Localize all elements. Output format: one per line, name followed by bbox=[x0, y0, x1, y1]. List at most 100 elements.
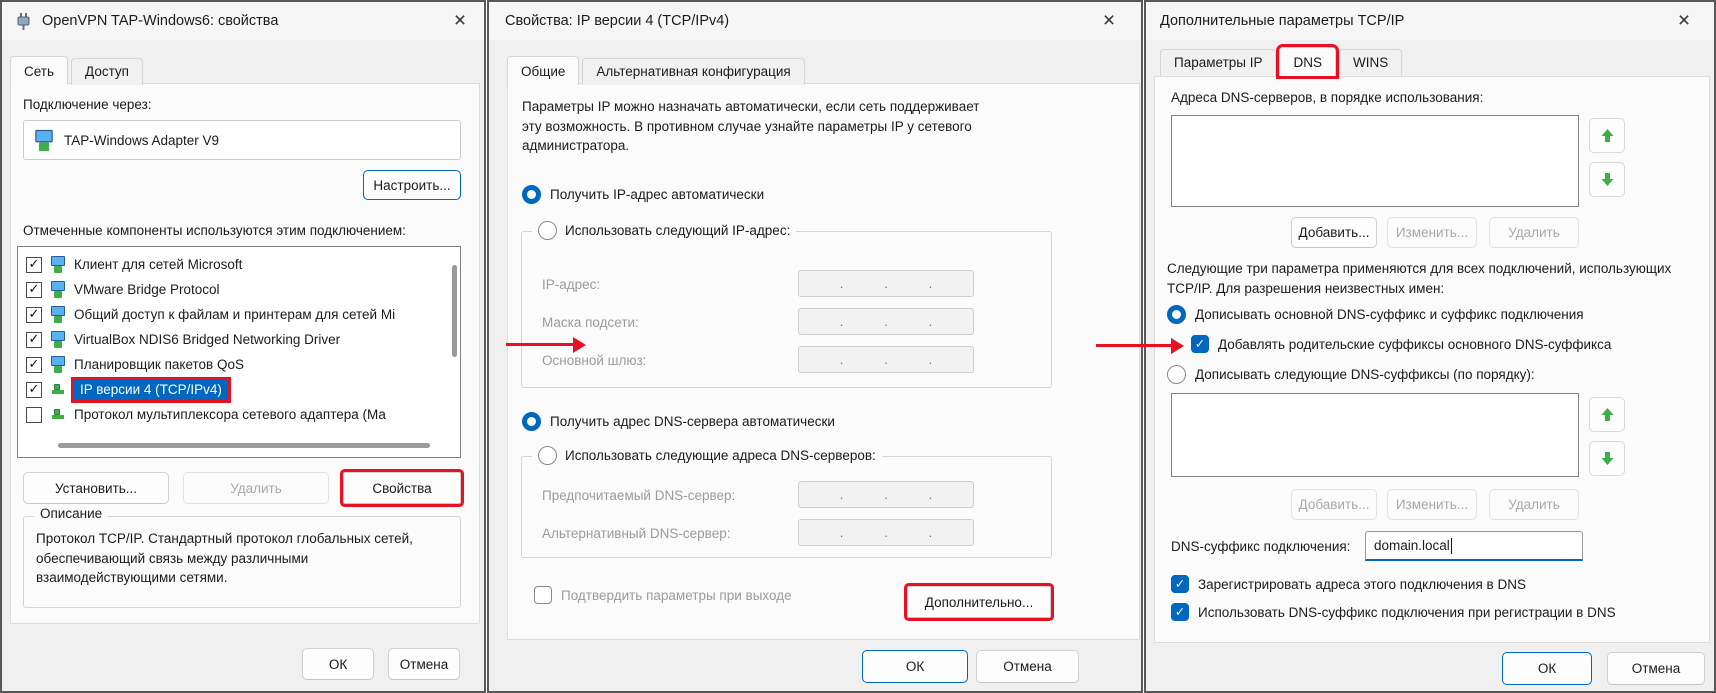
suffix-remove-button[interactable]: Удалить bbox=[1489, 489, 1579, 520]
dns-suffix-input[interactable]: domain.local bbox=[1365, 531, 1583, 561]
validate-settings-label: Подтвердить параметры при выходе bbox=[561, 588, 792, 603]
preferred-dns-input: ... bbox=[798, 481, 974, 508]
dialog1-cancel-button[interactable]: Отмена bbox=[388, 648, 460, 680]
component-checkbox[interactable] bbox=[26, 382, 42, 398]
listed-suffixes-label: Дописывать следующие DNS-суффиксы (по по… bbox=[1195, 367, 1535, 382]
connect-using-label: Подключение через: bbox=[23, 97, 152, 112]
screenshot-canvas: OpenVPN TAP-Windows6: свойства × Сеть До… bbox=[0, 0, 1716, 693]
use-suffix-checkbox[interactable] bbox=[1171, 603, 1189, 621]
dialog1-tabs: Сеть Доступ bbox=[10, 56, 143, 85]
dialog2-tabs: Общие Альтернативная конфигурация bbox=[507, 56, 805, 85]
component-list-item[interactable]: Общий доступ к файлам и принтерам для се… bbox=[18, 302, 460, 327]
suffix-move-up-button[interactable] bbox=[1589, 397, 1625, 432]
register-dns-checkbox[interactable] bbox=[1171, 575, 1189, 593]
dialog1-title: OpenVPN TAP-Windows6: свойства bbox=[42, 13, 278, 29]
use-suffix-checkbox-row[interactable]: Использовать DNS-суффикс подключения при… bbox=[1171, 603, 1616, 621]
component-list-item[interactable]: Протокол мультиплексора сетевого адаптер… bbox=[18, 402, 460, 427]
tab-sharing[interactable]: Доступ bbox=[71, 58, 143, 85]
component-list-item[interactable]: IP версии 4 (TCP/IPv4) bbox=[18, 377, 460, 402]
tab-ip-settings[interactable]: Параметры IP bbox=[1160, 49, 1276, 76]
ipv4-intro-text: Параметры IP можно назначать автоматичес… bbox=[522, 97, 1002, 156]
dialog1-titlebar: OpenVPN TAP-Windows6: свойства × bbox=[2, 2, 484, 40]
advanced-button[interactable]: Дополнительно... bbox=[907, 586, 1051, 618]
suffix-move-down-button[interactable] bbox=[1589, 441, 1625, 476]
dns-servers-label: Адреса DNS-серверов, в порядке использов… bbox=[1171, 90, 1483, 105]
dns-edit-button[interactable]: Изменить... bbox=[1387, 217, 1477, 248]
dialog1-tab-page: Подключение через: TAP-Windows Adapter V… bbox=[10, 83, 480, 624]
dialog2-close-icon[interactable]: × bbox=[1095, 8, 1123, 34]
components-horizontal-scrollbar[interactable] bbox=[58, 443, 430, 448]
component-checkbox[interactable] bbox=[26, 357, 42, 373]
register-dns-checkbox-row[interactable]: Зарегистрировать адреса этого подключени… bbox=[1171, 575, 1526, 593]
subnet-mask-input: ... bbox=[798, 308, 974, 335]
network-component-icon bbox=[48, 305, 68, 324]
component-checkbox[interactable] bbox=[26, 407, 42, 423]
component-label: VMware Bridge Protocol bbox=[74, 282, 220, 297]
auto-dns-radio-row[interactable]: Получить адрес DNS-сервера автоматически bbox=[522, 412, 835, 431]
components-list[interactable]: Клиент для сетей Microsoft VMware Bridge… bbox=[17, 246, 461, 458]
install-button[interactable]: Установить... bbox=[23, 472, 169, 504]
auto-ip-radio[interactable] bbox=[522, 185, 541, 204]
component-checkbox[interactable] bbox=[26, 257, 42, 273]
uninstall-button[interactable]: Удалить bbox=[183, 472, 329, 504]
parent-suffix-label: Добавлять родительские суффиксы основног… bbox=[1218, 337, 1611, 352]
static-ip-label: Использовать следующий IP-адрес: bbox=[565, 223, 790, 238]
listed-suffixes-radio[interactable] bbox=[1167, 365, 1186, 384]
move-down-button[interactable] bbox=[1589, 162, 1625, 197]
component-list-item[interactable]: Планировщик пакетов QoS bbox=[18, 352, 460, 377]
dialog3-titlebar: Дополнительные параметры TCP/IP × bbox=[1146, 2, 1714, 40]
green-up-arrow-icon bbox=[1599, 127, 1616, 144]
parent-suffix-checkbox[interactable] bbox=[1191, 335, 1209, 353]
preferred-dns-label: Предпочитаемый DNS-сервер: bbox=[542, 488, 735, 503]
component-checkbox[interactable] bbox=[26, 307, 42, 323]
component-checkbox[interactable] bbox=[26, 332, 42, 348]
dialog2-ok-button[interactable]: ОК bbox=[862, 650, 968, 683]
suffix-note-text: Следующие три параметра применяются для … bbox=[1167, 259, 1695, 298]
static-ip-radio[interactable] bbox=[538, 221, 557, 240]
component-label: Общий доступ к файлам и принтерам для се… bbox=[74, 307, 395, 322]
suffix-edit-button[interactable]: Изменить... bbox=[1387, 489, 1477, 520]
tab-dns[interactable]: DNS bbox=[1279, 47, 1336, 76]
network-component-icon bbox=[48, 280, 68, 299]
dialog3-cancel-button[interactable]: Отмена bbox=[1607, 652, 1705, 685]
component-list-item[interactable]: VirtualBox NDIS6 Bridged Networking Driv… bbox=[18, 327, 460, 352]
dialog2-cancel-button[interactable]: Отмена bbox=[976, 650, 1079, 683]
dialog3-close-icon[interactable]: × bbox=[1670, 8, 1698, 34]
static-dns-radio[interactable] bbox=[538, 446, 557, 465]
dns-add-button[interactable]: Добавить... bbox=[1291, 217, 1377, 248]
validate-settings-row[interactable]: Подтвердить параметры при выходе bbox=[534, 586, 792, 604]
green-down-arrow-icon bbox=[1599, 171, 1616, 188]
primary-suffix-radio-row[interactable]: Дописывать основной DNS-суффикс и суффик… bbox=[1167, 305, 1584, 324]
dns-remove-button[interactable]: Удалить bbox=[1489, 217, 1579, 248]
properties-button[interactable]: Свойства bbox=[343, 472, 461, 504]
dialog1-close-icon[interactable]: × bbox=[446, 8, 474, 34]
auto-dns-radio[interactable] bbox=[522, 412, 541, 431]
tab-alternate-configuration[interactable]: Альтернативная конфигурация bbox=[582, 58, 804, 85]
description-group: Описание Протокол TCP/IP. Стандартный пр… bbox=[23, 516, 461, 608]
static-dns-label: Использовать следующие адреса DNS-сервер… bbox=[565, 448, 876, 463]
component-label: VirtualBox NDIS6 Bridged Networking Driv… bbox=[74, 332, 340, 347]
suffix-add-button[interactable]: Добавить... bbox=[1291, 489, 1377, 520]
move-up-button[interactable] bbox=[1589, 118, 1625, 153]
listed-suffixes-radio-row[interactable]: Дописывать следующие DNS-суффиксы (по по… bbox=[1167, 365, 1535, 384]
dialog3-ok-button[interactable]: ОК bbox=[1502, 652, 1592, 685]
validate-settings-checkbox[interactable] bbox=[534, 586, 552, 604]
adapter-dialog-icon bbox=[14, 12, 33, 31]
dns-servers-list[interactable] bbox=[1171, 115, 1579, 207]
component-list-item[interactable]: Клиент для сетей Microsoft bbox=[18, 252, 460, 277]
primary-suffix-radio[interactable] bbox=[1167, 305, 1186, 324]
adapter-name-box: TAP-Windows Adapter V9 bbox=[23, 120, 461, 160]
parent-suffix-checkbox-row[interactable]: Добавлять родительские суффиксы основног… bbox=[1191, 335, 1611, 353]
tab-network[interactable]: Сеть bbox=[10, 56, 68, 85]
auto-ip-label: Получить IP-адрес автоматически bbox=[550, 187, 764, 202]
dialog1-ok-button[interactable]: ОК bbox=[302, 648, 374, 680]
dialog2-tab-page: Параметры IP можно назначать автоматичес… bbox=[507, 83, 1140, 640]
auto-ip-radio-row[interactable]: Получить IP-адрес автоматически bbox=[522, 185, 764, 204]
tab-general[interactable]: Общие bbox=[507, 56, 579, 85]
tab-wins[interactable]: WINS bbox=[1339, 49, 1402, 76]
components-vertical-scrollbar[interactable] bbox=[452, 265, 457, 357]
configure-button[interactable]: Настроить... bbox=[363, 170, 461, 200]
component-list-item[interactable]: VMware Bridge Protocol bbox=[18, 277, 460, 302]
component-checkbox[interactable] bbox=[26, 282, 42, 298]
dns-suffixes-list[interactable] bbox=[1171, 393, 1579, 477]
